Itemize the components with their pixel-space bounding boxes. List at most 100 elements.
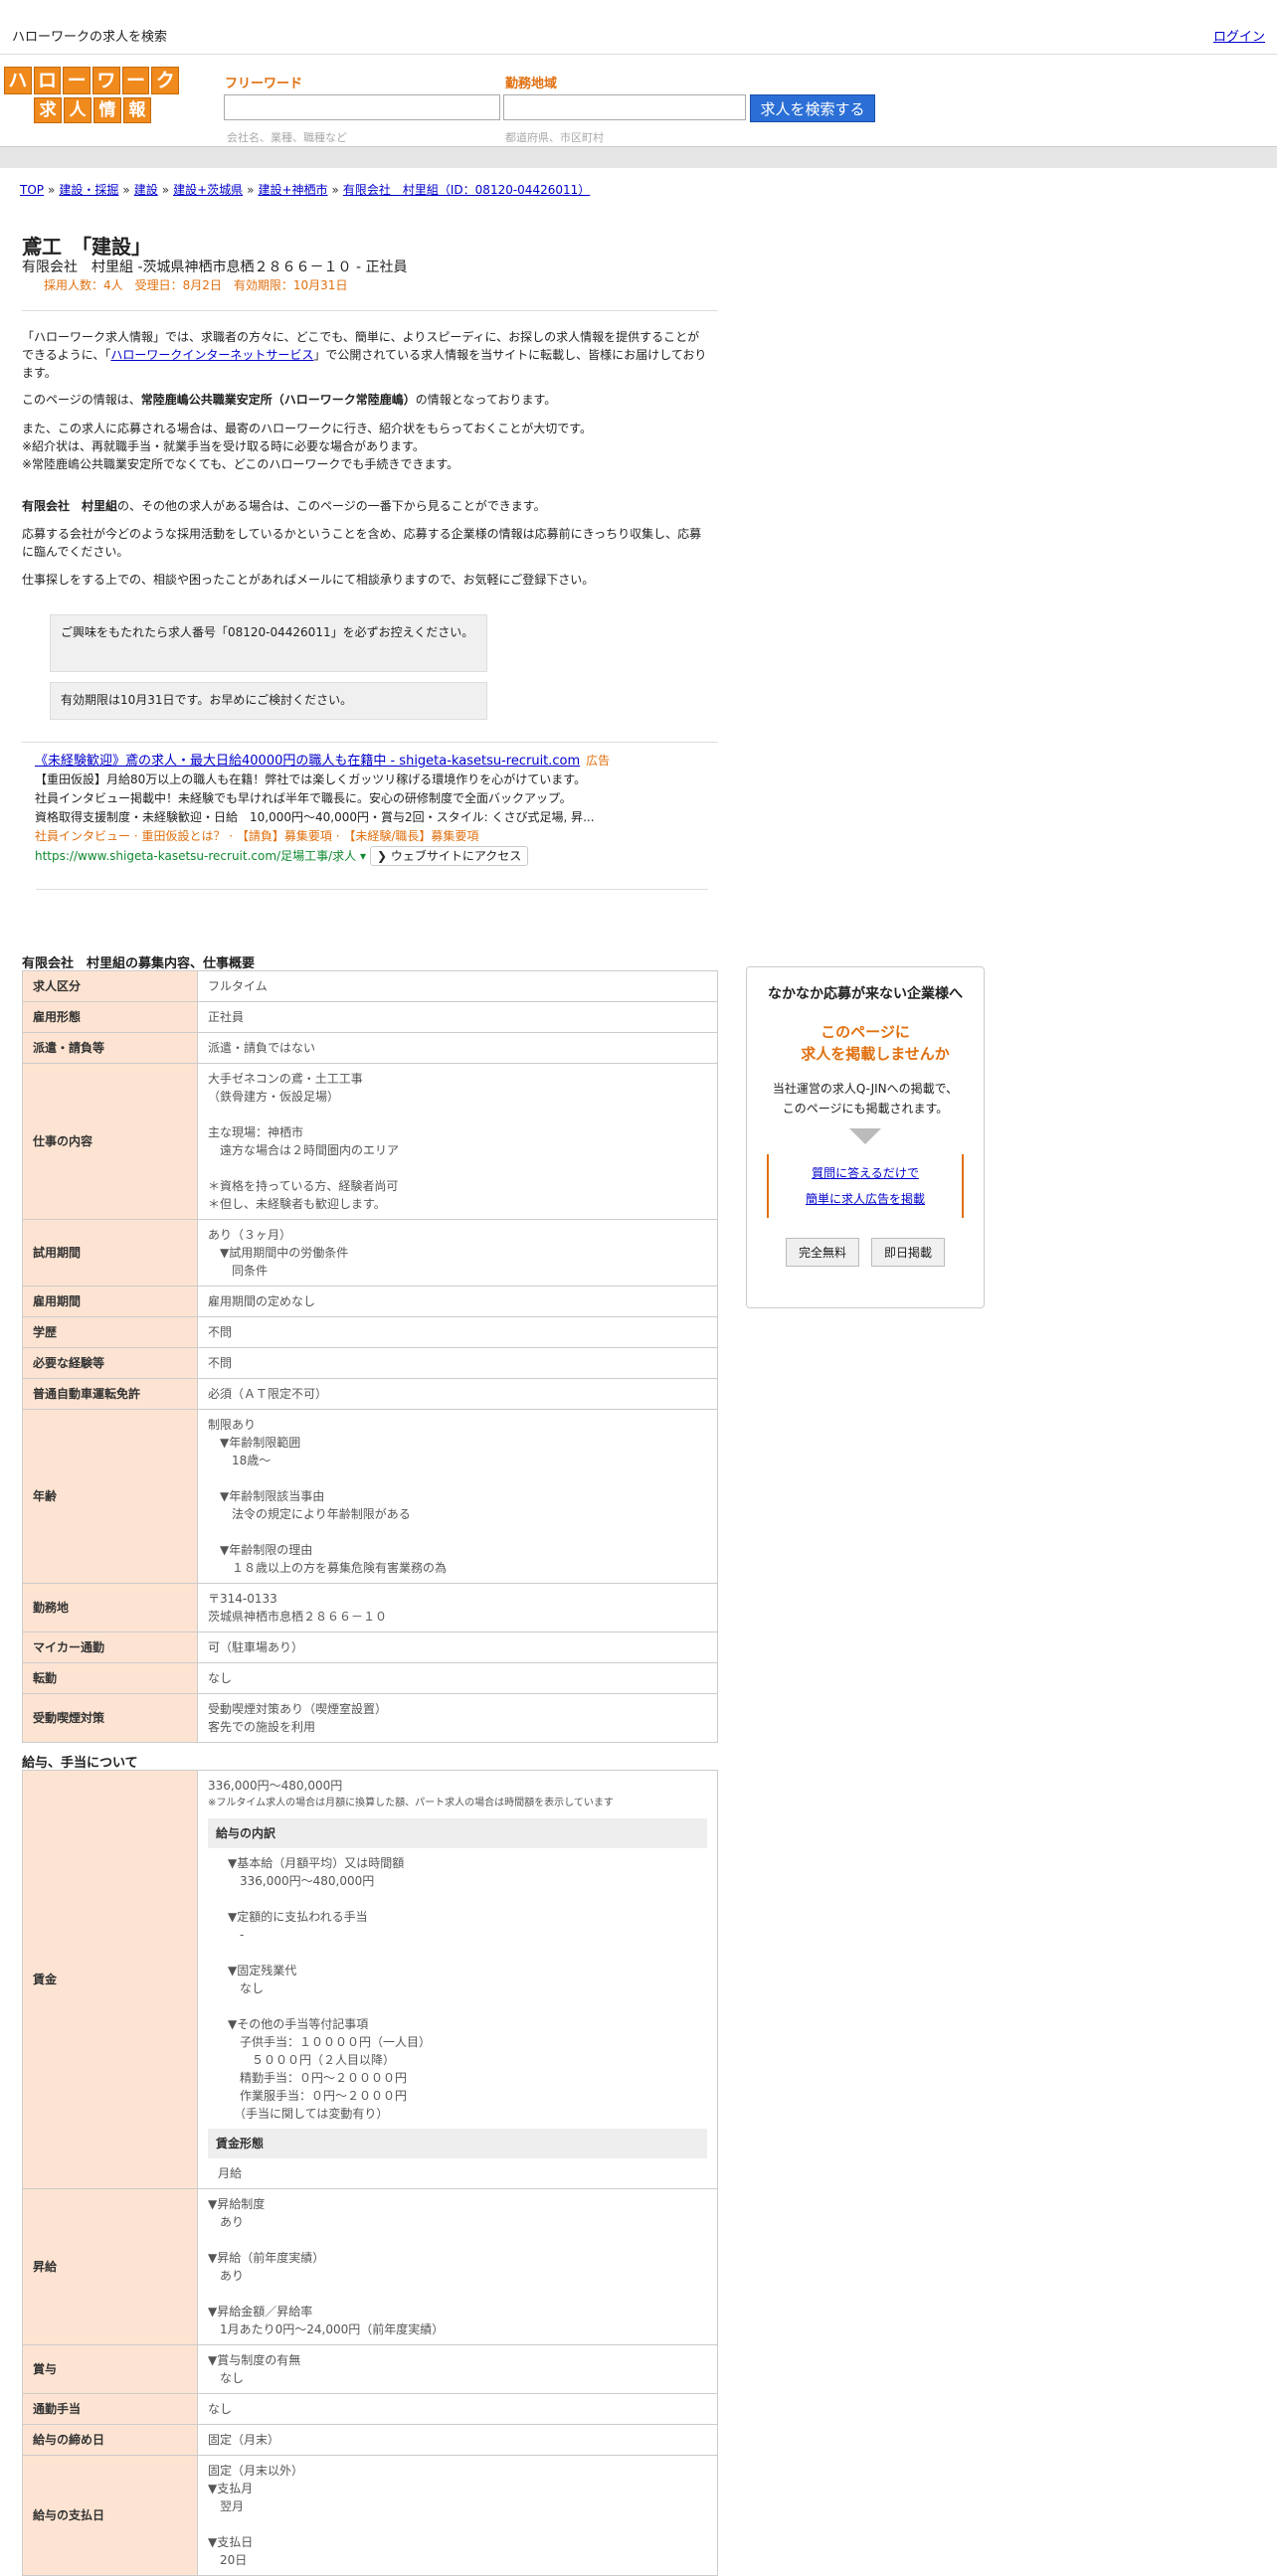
breadcrumb-company[interactable]: 有限会社 村里組（ID：08120-04426011） bbox=[343, 183, 590, 197]
table-row: 勤務地 〒314-0133 茨城県神栖市息栖２８６６－１０ bbox=[22, 1583, 718, 1632]
value-line: 同条件 bbox=[208, 1264, 269, 1278]
row-label: 求人区分 bbox=[22, 970, 198, 1002]
free-badge[interactable]: 完全無料 bbox=[785, 1238, 859, 1267]
value-line: なし bbox=[208, 1671, 233, 1685]
table-row: 給与の締め日 固定（月末） bbox=[22, 2424, 718, 2456]
value-line: 18歳～ bbox=[208, 1454, 272, 1467]
breadcrumb-category[interactable]: 建設・採掘 bbox=[59, 183, 118, 197]
breakdown-line: 336,000円〜480,000円 bbox=[228, 1874, 375, 1888]
table-row: 仕事の内容 大手ゼネコンの鳶・土工工事 （鉄骨建方・仮設足場） 主な現場：神栖市 遠方… bbox=[22, 1063, 718, 1220]
ad-line: 【重田仮設】月給80万以上の職人も在籍！弊社では楽しくガッツリ稼げる環境作りを心… bbox=[35, 773, 587, 786]
row-label: 賞与 bbox=[22, 2344, 198, 2394]
header: ハローワーク 求人情報 フリーワード 会社名、業種、職種など 勤務地域 都道府県… bbox=[0, 55, 1277, 146]
ad-visit-button[interactable]: ❯ ウェブサイトにアクセス bbox=[370, 846, 529, 866]
value-line bbox=[208, 1469, 707, 1487]
value-line: 雇用期間の定めなし bbox=[208, 1294, 316, 1308]
breadcrumb-prefecture[interactable]: 建設+茨城県 bbox=[173, 183, 243, 197]
breakdown-line bbox=[228, 1944, 707, 1962]
table-row: 雇用形態 正社員 bbox=[22, 1001, 718, 1033]
keyword-label: フリーワード bbox=[225, 77, 303, 91]
job-meta: 採用人数：4人 受理日：8月2日 有効期限：10月31日 bbox=[44, 278, 348, 292]
ad-sitelinks[interactable]: 社員インタビュー · 重田仮設とは？ · 【請負】募集要項 · 【未経験/職長】… bbox=[35, 827, 711, 846]
area-hint: 都道府県、市区町村 bbox=[505, 131, 604, 144]
row-label: 雇用形態 bbox=[22, 1001, 198, 1033]
job-title: 鳶工 「建設」 bbox=[22, 235, 151, 258]
row-value: 大手ゼネコンの鳶・土工工事 （鉄骨建方・仮設足場） 主な現場：神栖市 遠方な場合は２… bbox=[197, 1063, 718, 1220]
value-line: ▼賞与制度の有無 bbox=[208, 2353, 301, 2367]
row-value: 〒314-0133 茨城県神栖市息栖２８６６－１０ bbox=[197, 1583, 718, 1632]
keyword-input[interactable] bbox=[224, 94, 500, 120]
ad-url[interactable]: https://www.shigeta-kasetsu-recruit.com/… bbox=[35, 849, 356, 863]
value-line: ▼支払月 bbox=[208, 2482, 254, 2495]
row-label: 通勤手当 bbox=[22, 2393, 198, 2425]
row-value: フルタイム bbox=[197, 970, 718, 1002]
breadcrumb-city[interactable]: 建設+神栖市 bbox=[258, 183, 327, 197]
site-tagline: ハローワークの求人を検索 bbox=[12, 30, 168, 45]
ad-title-link[interactable]: 《未経験歓迎》鳶の求人・最大日給40000円の職人も在籍中 - shigeta-… bbox=[35, 754, 580, 769]
row-label: 学歴 bbox=[22, 1316, 198, 1348]
value-line: なし bbox=[208, 2402, 233, 2416]
value-line: ▼試用期間中の労働条件 bbox=[208, 1246, 349, 1260]
value-line: 大手ゼネコンの鳶・土工工事 bbox=[208, 1072, 363, 1086]
value-line: 不問 bbox=[208, 1356, 233, 1370]
row-value: 固定（月末以外） ▼支払月 翌月 ▼支払日 20日 bbox=[197, 2455, 718, 2576]
wage-form: 月給 bbox=[218, 2166, 243, 2180]
value-line: 法令の規定により年齢制限がある bbox=[208, 1507, 411, 1521]
table-row: 求人区分 フルタイム bbox=[22, 970, 718, 1002]
ad-line: 資格取得支援制度・未経験歓迎・日給 10,000円～40,000円・賞与2回・ス… bbox=[35, 810, 595, 824]
value-line bbox=[208, 1523, 707, 1541]
breakdown-line: ▼その他の手当等付記事項 bbox=[228, 2017, 369, 2031]
value-line: 遠方な場合は２時間圏内のエリア bbox=[208, 1143, 400, 1157]
breadcrumb-subcategory[interactable]: 建設 bbox=[134, 183, 158, 197]
job-subtitle: 有限会社 村里組 -茨城県神栖市息栖２８６６－１０ - 正社員 bbox=[22, 259, 408, 275]
table-row: 賞与 ▼賞与制度の有無 なし bbox=[22, 2344, 718, 2394]
login-link[interactable]: ログイン bbox=[1213, 26, 1265, 45]
section-heading-overview: 有限会社 村里組の募集内容、仕事概要 bbox=[22, 956, 256, 971]
table-row: 受動喫煙対策 受動喫煙対策あり（喫煙室設置） 客先での施設を利用 bbox=[22, 1693, 718, 1743]
row-value: 336,000円〜480,000円 ※フルタイム求人の場合は月額に換算した額、パ… bbox=[197, 1770, 718, 2189]
breakdown-line: （手当に関しては変動有り） bbox=[228, 2107, 389, 2121]
row-label: 給与の支払日 bbox=[22, 2455, 198, 2576]
row-label: 受動喫煙対策 bbox=[22, 1693, 198, 1743]
intro-referral: また、この求人に応募される場合は、最寄のハローワークに行き、紹介状をもらっておく… bbox=[22, 422, 593, 471]
value-line: 受動喫煙対策あり（喫煙室設置） bbox=[208, 1702, 388, 1716]
breakdown-line: 子供手当：１００００円（一人目） bbox=[228, 2035, 432, 2049]
sponsored-ad: 《未経験歓迎》鳶の求人・最大日給40000円の職人も在籍中 - shigeta-… bbox=[35, 752, 711, 866]
table-row: 雇用期間 雇用期間の定めなし bbox=[22, 1286, 718, 1317]
hellowork-internet-link[interactable]: ハローワークインターネットサービス bbox=[110, 348, 313, 362]
value-line: 客先での施設を利用 bbox=[208, 1720, 316, 1734]
breakdown-line: ▼定額的に支払われる手当 bbox=[228, 1910, 368, 1924]
logo-char: ク bbox=[151, 67, 180, 94]
post-job-link[interactable]: 簡単に求人広告を掲載 bbox=[806, 1192, 925, 1206]
row-label: 試用期間 bbox=[22, 1219, 198, 1287]
value-line: ＊資格を持っている方、経験者尚可 bbox=[208, 1179, 399, 1193]
employer-ad-catch: このページに 求人を掲載しませんか bbox=[801, 1023, 950, 1063]
row-value: 不問 bbox=[197, 1316, 718, 1348]
answer-questions-link[interactable]: 質問に答えるだけで bbox=[812, 1166, 919, 1180]
value-line: 主な現場：神栖市 bbox=[208, 1125, 304, 1139]
value-line: ▼年齢制限の理由 bbox=[208, 1543, 313, 1557]
site-logo[interactable]: ハローワーク 求人情報 bbox=[4, 67, 180, 123]
divider bbox=[36, 889, 708, 890]
breakdown-line: 作業服手当：０円～２０００円 bbox=[228, 2089, 408, 2103]
intro-paragraph: 「ハローワーク求人情報」では、求職者の方々に、どこでも、簡単に、よりスピーディに… bbox=[22, 330, 707, 380]
breakdown-line: ▼基本給（月額平均）又は時間額 bbox=[228, 1856, 405, 1870]
same-day-badge[interactable]: 即日掲載 bbox=[871, 1238, 946, 1267]
row-value: ▼賞与制度の有無 なし bbox=[197, 2344, 718, 2394]
logo-char: ー bbox=[121, 67, 150, 94]
section-heading-salary: 給与、手当について bbox=[22, 1756, 138, 1771]
value-line: 不問 bbox=[208, 1325, 233, 1339]
wage-form-heading: 賃金形態 bbox=[208, 2129, 707, 2158]
area-input[interactable] bbox=[503, 94, 746, 120]
row-value: 可（駐車場あり） bbox=[197, 1631, 718, 1663]
search-button[interactable]: 求人を検索する bbox=[750, 94, 875, 122]
breadcrumb-top[interactable]: TOP bbox=[20, 183, 44, 197]
logo-char: ー bbox=[63, 67, 91, 94]
logo-char: 求 bbox=[34, 97, 62, 123]
row-label: マイカー通勤 bbox=[22, 1631, 198, 1663]
row-value: 制限あり ▼年齢制限範囲 18歳～ ▼年齢制限該当事由 法令の規定により年齢制限… bbox=[197, 1409, 718, 1584]
table-row: マイカー通勤 可（駐車場あり） bbox=[22, 1631, 718, 1663]
employer-ad-box: なかなか応募が来ない企業様へ このページに 求人を掲載しませんか 当社運営の求人… bbox=[746, 966, 985, 1308]
value-line bbox=[208, 2515, 707, 2533]
value-line: ▼昇給制度 bbox=[208, 2197, 266, 2211]
